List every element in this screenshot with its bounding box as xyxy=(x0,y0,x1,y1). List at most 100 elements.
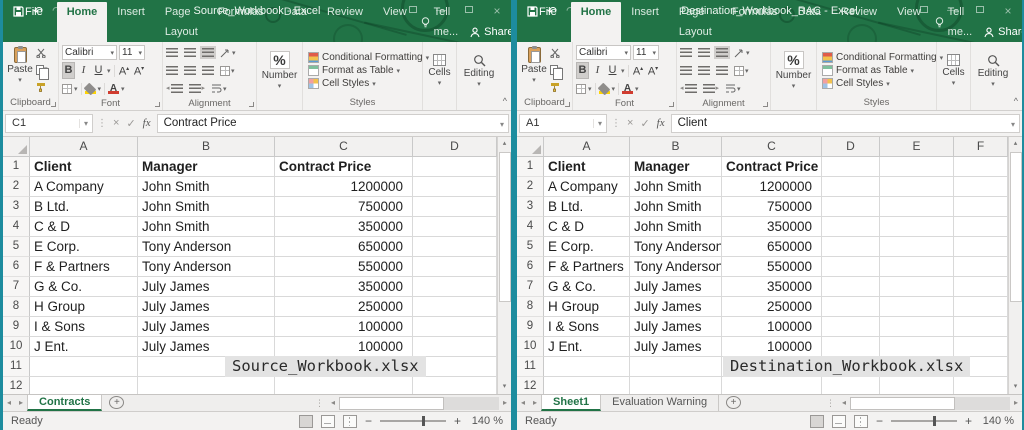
underline-button[interactable]: U xyxy=(606,63,619,78)
cell-A4[interactable]: C & D xyxy=(30,217,138,237)
cell-D1[interactable] xyxy=(822,157,880,177)
column-header-A[interactable]: A xyxy=(30,137,138,156)
bottom-align-icon[interactable] xyxy=(716,48,728,57)
cell-C8[interactable]: 250000 xyxy=(722,297,822,317)
cell-B9[interactable]: July James xyxy=(138,317,275,337)
grow-font-button[interactable]: A xyxy=(632,62,645,80)
row-header-7[interactable]: 7 xyxy=(3,277,30,297)
row-header-9[interactable]: 9 xyxy=(3,317,30,337)
new-sheet-button[interactable]: + xyxy=(726,396,741,409)
cell-A8[interactable]: H Group xyxy=(544,297,630,317)
cell-D12[interactable] xyxy=(413,377,497,394)
sheet-tab-contracts[interactable]: Contracts xyxy=(27,395,102,411)
page-break-view-icon[interactable] xyxy=(854,415,868,428)
tell-me-box[interactable]: Tell me... xyxy=(935,2,972,42)
ribbon-tab-insert[interactable]: Insert xyxy=(107,2,155,42)
column-header-F[interactable]: F xyxy=(954,137,1008,156)
cell-A6[interactable]: F & Partners xyxy=(30,257,138,277)
name-box-dropdown-icon[interactable]: ▾ xyxy=(79,119,92,128)
select-all-corner[interactable] xyxy=(517,137,544,156)
cell-B2[interactable]: John Smith xyxy=(138,177,275,197)
bottom-align-icon[interactable] xyxy=(202,48,214,57)
fill-color-icon[interactable] xyxy=(599,83,610,94)
ribbon-tab-insert[interactable]: Insert xyxy=(621,2,669,42)
cell-D8[interactable] xyxy=(413,297,497,317)
cell-B10[interactable]: July James xyxy=(630,337,722,357)
cell-E9[interactable] xyxy=(880,317,954,337)
cell-B7[interactable]: July James xyxy=(138,277,275,297)
cell-F2[interactable] xyxy=(954,177,1008,197)
collapse-ribbon-icon[interactable]: ^ xyxy=(503,96,507,106)
insert-function-icon[interactable]: fx xyxy=(657,117,665,129)
cell-D3[interactable] xyxy=(413,197,497,217)
column-header-B[interactable]: B xyxy=(630,137,722,156)
merge-center-icon[interactable]: ▾ xyxy=(734,66,749,76)
new-sheet-button[interactable]: + xyxy=(109,396,124,409)
cell-A9[interactable]: I & Sons xyxy=(544,317,630,337)
cell-C12[interactable] xyxy=(275,377,413,394)
cell-E8[interactable] xyxy=(880,297,954,317)
row-header-1[interactable]: 1 xyxy=(3,157,30,177)
alignment-dialog-launcher-icon[interactable] xyxy=(763,102,768,107)
share-button[interactable]: Share xyxy=(972,22,1022,42)
font-color-icon[interactable]: A xyxy=(108,84,119,94)
cell-A12[interactable] xyxy=(30,377,138,394)
orientation-icon[interactable]: ▾ xyxy=(734,48,750,58)
row-header-8[interactable]: 8 xyxy=(3,297,30,317)
cell-F7[interactable] xyxy=(954,277,1008,297)
cell-F3[interactable] xyxy=(954,197,1008,217)
cell-F9[interactable] xyxy=(954,317,1008,337)
cell-D9[interactable] xyxy=(822,317,880,337)
cell-C1[interactable]: Contract Price xyxy=(722,157,822,177)
formula-bar-input[interactable]: Contract Price xyxy=(157,114,496,133)
align-center-icon[interactable] xyxy=(184,66,196,75)
top-align-icon[interactable] xyxy=(680,48,692,57)
scroll-down-icon[interactable]: ▾ xyxy=(1014,380,1018,394)
cell-A11[interactable] xyxy=(544,357,630,377)
share-button[interactable]: Share xyxy=(458,22,511,42)
cell-styles-button[interactable]: Cell Styles ▾ xyxy=(308,78,419,89)
ribbon-tab-review[interactable]: Review xyxy=(831,2,887,42)
decrease-indent-icon[interactable]: ◂ xyxy=(166,81,183,97)
format-painter-icon[interactable] xyxy=(550,82,562,92)
cell-E7[interactable] xyxy=(880,277,954,297)
cell-C9[interactable]: 100000 xyxy=(275,317,413,337)
column-header-D[interactable]: D xyxy=(413,137,497,156)
cell-E2[interactable] xyxy=(880,177,954,197)
page-layout-view-icon[interactable] xyxy=(321,415,335,428)
zoom-percent[interactable]: 140 % xyxy=(980,415,1014,427)
cell-A1[interactable]: Client xyxy=(544,157,630,177)
cell-A2[interactable]: A Company xyxy=(544,177,630,197)
column-header-B[interactable]: B xyxy=(138,137,275,156)
cell-B5[interactable]: Tony Anderson xyxy=(630,237,722,257)
cancel-icon[interactable]: × xyxy=(627,117,633,129)
cell-A7[interactable]: G & Co. xyxy=(30,277,138,297)
paste-button[interactable]: Paste ▾ xyxy=(520,45,548,96)
borders-icon[interactable] xyxy=(62,84,72,94)
row-header-7[interactable]: 7 xyxy=(517,277,544,297)
cell-D8[interactable] xyxy=(822,297,880,317)
horizontal-scroll-thumb[interactable] xyxy=(339,397,444,410)
cell-D2[interactable] xyxy=(413,177,497,197)
sheet-tab-sheet1[interactable]: Sheet1 xyxy=(541,395,601,411)
font-dialog-launcher-icon[interactable] xyxy=(155,102,160,107)
paste-dropdown-icon[interactable]: ▾ xyxy=(18,76,22,84)
column-header-E[interactable]: E xyxy=(880,137,954,156)
cell-B6[interactable]: Tony Anderson xyxy=(138,257,275,277)
formula-bar-input[interactable]: Client xyxy=(671,114,1007,133)
insert-function-icon[interactable]: fx xyxy=(143,117,151,129)
row-header-10[interactable]: 10 xyxy=(3,337,30,357)
cell-B6[interactable]: Tony Anderson xyxy=(630,257,722,277)
cell-A11[interactable] xyxy=(30,357,138,377)
row-header-11[interactable]: 11 xyxy=(517,357,544,377)
ribbon-tab-view[interactable]: View xyxy=(887,2,931,42)
cell-B1[interactable]: Manager xyxy=(630,157,722,177)
cell-E6[interactable] xyxy=(880,257,954,277)
select-all-corner[interactable] xyxy=(3,137,30,156)
bold-button[interactable]: B xyxy=(576,62,589,79)
normal-view-icon[interactable] xyxy=(810,415,824,428)
ribbon-tab-home[interactable]: Home xyxy=(57,2,108,42)
wrap-text-icon[interactable]: ▾ xyxy=(725,84,741,93)
cell-C6[interactable]: 550000 xyxy=(275,257,413,277)
grow-font-button[interactable]: A xyxy=(118,62,131,80)
